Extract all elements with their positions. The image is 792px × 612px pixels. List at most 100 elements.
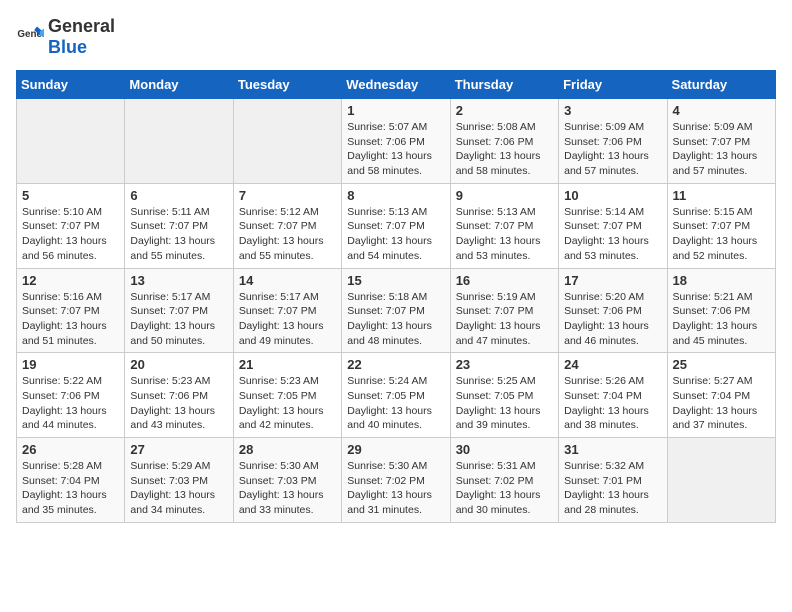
day-number: 2 bbox=[456, 103, 553, 118]
day-number: 13 bbox=[130, 273, 227, 288]
day-cell bbox=[125, 99, 233, 184]
day-number: 21 bbox=[239, 357, 336, 372]
day-cell: 6 Sunrise: 5:11 AMSunset: 7:07 PMDaylight… bbox=[125, 183, 233, 268]
day-cell: 24 Sunrise: 5:26 AMSunset: 7:04 PMDayligh… bbox=[559, 353, 667, 438]
day-info: Sunrise: 5:17 AMSunset: 7:07 PMDaylight:… bbox=[239, 290, 336, 349]
day-number: 4 bbox=[673, 103, 770, 118]
day-number: 28 bbox=[239, 442, 336, 457]
day-number: 26 bbox=[22, 442, 119, 457]
day-info: Sunrise: 5:13 AMSunset: 7:07 PMDaylight:… bbox=[456, 205, 553, 264]
week-row-4: 19 Sunrise: 5:22 AMSunset: 7:06 PMDayligh… bbox=[17, 353, 776, 438]
day-cell bbox=[17, 99, 125, 184]
day-cell: 19 Sunrise: 5:22 AMSunset: 7:06 PMDayligh… bbox=[17, 353, 125, 438]
day-number: 6 bbox=[130, 188, 227, 203]
day-info: Sunrise: 5:26 AMSunset: 7:04 PMDaylight:… bbox=[564, 374, 661, 433]
day-info: Sunrise: 5:08 AMSunset: 7:06 PMDaylight:… bbox=[456, 120, 553, 179]
week-row-2: 5Sunrise: 5:10 AMSunset: 7:07 PMDaylight… bbox=[17, 183, 776, 268]
day-info: Sunrise: 5:14 AMSunset: 7:07 PMDaylight:… bbox=[564, 205, 661, 264]
day-info: Sunrise: 5:17 AMSunset: 7:07 PMDaylight:… bbox=[130, 290, 227, 349]
day-number: 10 bbox=[564, 188, 661, 203]
day-info: Sunrise: 5:20 AMSunset: 7:06 PMDaylight:… bbox=[564, 290, 661, 349]
day-info: Sunrise: 5:22 AMSunset: 7:06 PMDaylight:… bbox=[22, 374, 119, 433]
day-number: 22 bbox=[347, 357, 444, 372]
day-number: 29 bbox=[347, 442, 444, 457]
day-cell: 10 Sunrise: 5:14 AMSunset: 7:07 PMDayligh… bbox=[559, 183, 667, 268]
day-cell: 25Sunrise: 5:27 AMSunset: 7:04 PMDayligh… bbox=[667, 353, 775, 438]
day-info: Sunrise: 5:09 AMSunset: 7:07 PMDaylight:… bbox=[673, 120, 770, 179]
day-info: Sunrise: 5:23 AMSunset: 7:05 PMDaylight:… bbox=[239, 374, 336, 433]
day-cell bbox=[667, 438, 775, 523]
week-row-1: 1 Sunrise: 5:07 AMSunset: 7:06 PMDaylight… bbox=[17, 99, 776, 184]
weekday-header-monday: Monday bbox=[125, 71, 233, 99]
day-cell: 13 Sunrise: 5:17 AMSunset: 7:07 PMDayligh… bbox=[125, 268, 233, 353]
day-number: 24 bbox=[564, 357, 661, 372]
day-number: 20 bbox=[130, 357, 227, 372]
day-number: 15 bbox=[347, 273, 444, 288]
day-number: 7 bbox=[239, 188, 336, 203]
weekday-header-tuesday: Tuesday bbox=[233, 71, 341, 99]
day-cell: 12Sunrise: 5:16 AMSunset: 7:07 PMDayligh… bbox=[17, 268, 125, 353]
day-info: Sunrise: 5:27 AMSunset: 7:04 PMDaylight:… bbox=[673, 374, 770, 433]
day-cell: 28 Sunrise: 5:30 AMSunset: 7:03 PMDayligh… bbox=[233, 438, 341, 523]
day-number: 11 bbox=[673, 188, 770, 203]
day-cell: 18 Sunrise: 5:21 AMSunset: 7:06 PMDayligh… bbox=[667, 268, 775, 353]
day-cell: 14 Sunrise: 5:17 AMSunset: 7:07 PMDayligh… bbox=[233, 268, 341, 353]
day-cell: 29 Sunrise: 5:30 AMSunset: 7:02 PMDayligh… bbox=[342, 438, 450, 523]
weekday-header-friday: Friday bbox=[559, 71, 667, 99]
day-cell: 5Sunrise: 5:10 AMSunset: 7:07 PMDaylight… bbox=[17, 183, 125, 268]
weekday-header-saturday: Saturday bbox=[667, 71, 775, 99]
day-info: Sunrise: 5:30 AMSunset: 7:02 PMDaylight:… bbox=[347, 459, 444, 518]
day-info: Sunrise: 5:07 AMSunset: 7:06 PMDaylight:… bbox=[347, 120, 444, 179]
day-cell: 3 Sunrise: 5:09 AMSunset: 7:06 PMDaylight… bbox=[559, 99, 667, 184]
day-info: Sunrise: 5:31 AMSunset: 7:02 PMDaylight:… bbox=[456, 459, 553, 518]
day-info: Sunrise: 5:19 AMSunset: 7:07 PMDaylight:… bbox=[456, 290, 553, 349]
day-info: Sunrise: 5:23 AMSunset: 7:06 PMDaylight:… bbox=[130, 374, 227, 433]
day-number: 23 bbox=[456, 357, 553, 372]
day-number: 1 bbox=[347, 103, 444, 118]
day-number: 18 bbox=[673, 273, 770, 288]
day-cell: 16Sunrise: 5:19 AMSunset: 7:07 PMDayligh… bbox=[450, 268, 558, 353]
day-info: Sunrise: 5:24 AMSunset: 7:05 PMDaylight:… bbox=[347, 374, 444, 433]
day-number: 8 bbox=[347, 188, 444, 203]
day-cell: 26 Sunrise: 5:28 AMSunset: 7:04 PMDayligh… bbox=[17, 438, 125, 523]
logo-general-text: General bbox=[48, 16, 115, 36]
logo: General General Blue bbox=[16, 16, 115, 58]
day-info: Sunrise: 5:10 AMSunset: 7:07 PMDaylight:… bbox=[22, 205, 119, 264]
day-number: 9 bbox=[456, 188, 553, 203]
day-info: Sunrise: 5:15 AMSunset: 7:07 PMDaylight:… bbox=[673, 205, 770, 264]
day-info: Sunrise: 5:11 AMSunset: 7:07 PMDaylight:… bbox=[130, 205, 227, 264]
day-number: 31 bbox=[564, 442, 661, 457]
day-cell: 21 Sunrise: 5:23 AMSunset: 7:05 PMDayligh… bbox=[233, 353, 341, 438]
logo-blue-text: Blue bbox=[48, 37, 87, 57]
day-cell: 30 Sunrise: 5:31 AMSunset: 7:02 PMDayligh… bbox=[450, 438, 558, 523]
day-number: 17 bbox=[564, 273, 661, 288]
day-info: Sunrise: 5:09 AMSunset: 7:06 PMDaylight:… bbox=[564, 120, 661, 179]
day-info: Sunrise: 5:13 AMSunset: 7:07 PMDaylight:… bbox=[347, 205, 444, 264]
day-info: Sunrise: 5:21 AMSunset: 7:06 PMDaylight:… bbox=[673, 290, 770, 349]
day-cell: 31Sunrise: 5:32 AMSunset: 7:01 PMDayligh… bbox=[559, 438, 667, 523]
day-cell: 8 Sunrise: 5:13 AMSunset: 7:07 PMDaylight… bbox=[342, 183, 450, 268]
day-info: Sunrise: 5:16 AMSunset: 7:07 PMDaylight:… bbox=[22, 290, 119, 349]
day-info: Sunrise: 5:18 AMSunset: 7:07 PMDaylight:… bbox=[347, 290, 444, 349]
day-number: 3 bbox=[564, 103, 661, 118]
day-cell: 15 Sunrise: 5:18 AMSunset: 7:07 PMDayligh… bbox=[342, 268, 450, 353]
day-cell: 4 Sunrise: 5:09 AMSunset: 7:07 PMDaylight… bbox=[667, 99, 775, 184]
day-info: Sunrise: 5:29 AMSunset: 7:03 PMDaylight:… bbox=[130, 459, 227, 518]
day-info: Sunrise: 5:28 AMSunset: 7:04 PMDaylight:… bbox=[22, 459, 119, 518]
day-number: 27 bbox=[130, 442, 227, 457]
day-info: Sunrise: 5:30 AMSunset: 7:03 PMDaylight:… bbox=[239, 459, 336, 518]
weekday-header-thursday: Thursday bbox=[450, 71, 558, 99]
day-number: 14 bbox=[239, 273, 336, 288]
day-number: 30 bbox=[456, 442, 553, 457]
day-info: Sunrise: 5:25 AMSunset: 7:05 PMDaylight:… bbox=[456, 374, 553, 433]
day-cell bbox=[233, 99, 341, 184]
weekday-header-wednesday: Wednesday bbox=[342, 71, 450, 99]
day-cell: 23 Sunrise: 5:25 AMSunset: 7:05 PMDayligh… bbox=[450, 353, 558, 438]
day-number: 19 bbox=[22, 357, 119, 372]
day-info: Sunrise: 5:12 AMSunset: 7:07 PMDaylight:… bbox=[239, 205, 336, 264]
day-cell: 20 Sunrise: 5:23 AMSunset: 7:06 PMDayligh… bbox=[125, 353, 233, 438]
page-header: General General Blue bbox=[16, 16, 776, 58]
day-cell: 22 Sunrise: 5:24 AMSunset: 7:05 PMDayligh… bbox=[342, 353, 450, 438]
day-cell: 2 Sunrise: 5:08 AMSunset: 7:06 PMDaylight… bbox=[450, 99, 558, 184]
weekday-header-row: SundayMondayTuesdayWednesdayThursdayFrid… bbox=[17, 71, 776, 99]
